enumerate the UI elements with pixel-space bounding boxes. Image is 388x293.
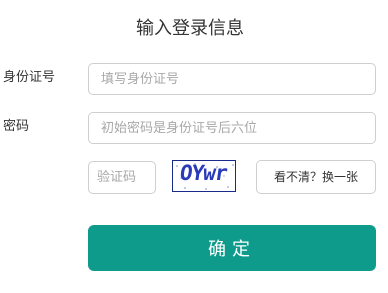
form-title: 输入登录信息 xyxy=(136,18,244,39)
refresh-captcha-button[interactable]: 看不清？换一张 xyxy=(256,160,376,194)
password-input[interactable] xyxy=(88,112,376,144)
id-number-label: 身份证号 xyxy=(3,70,56,85)
captcha-image[interactable]: OYwr xyxy=(172,160,236,192)
login-form: 输入登录信息 身份证号 密码 OYwr 看不清？换一张 确定 xyxy=(0,0,388,293)
id-number-input[interactable] xyxy=(88,63,376,95)
submit-button[interactable]: 确定 xyxy=(88,225,376,271)
captcha-text: OYwr xyxy=(178,161,229,185)
captcha-input[interactable] xyxy=(88,161,156,194)
password-label: 密码 xyxy=(3,119,30,134)
